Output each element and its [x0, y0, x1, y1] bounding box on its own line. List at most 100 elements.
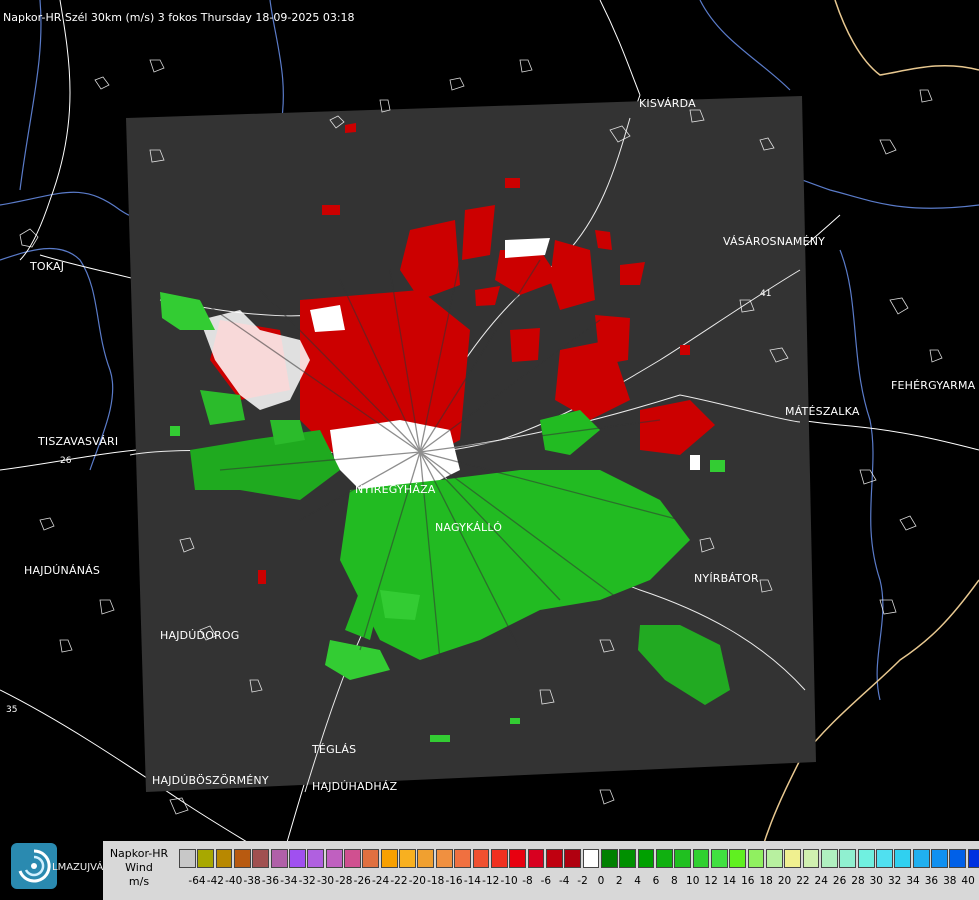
legend-tick-label: -20 [408, 875, 426, 887]
legend-tick-label: -14 [463, 875, 481, 887]
legend-swatch [637, 849, 655, 868]
legend-swatch [839, 849, 857, 868]
napkor-logo-icon [11, 843, 57, 889]
legend-swatch [527, 849, 545, 868]
road-number-26: 26 [60, 456, 72, 466]
legend-swatch [600, 849, 618, 868]
legend-tick-label: -26 [353, 875, 371, 887]
legend-swatch [325, 849, 343, 868]
legend-tick-label: -38 [243, 875, 261, 887]
legend-swatch [784, 849, 802, 868]
legend-swatch [857, 849, 875, 868]
city-label-tokaj: TOKAJ [30, 260, 65, 273]
legend-tick-label: -32 [298, 875, 316, 887]
legend-tick-label: 16 [741, 875, 755, 887]
legend-swatch [435, 849, 453, 868]
map-title: Napkor-HR Szél 30km (m/s) 3 fokos Thursd… [3, 11, 355, 24]
legend-title-unit: m/s [128, 875, 150, 888]
legend-title-quantity: Wind [125, 861, 153, 874]
legend-swatch [417, 849, 435, 868]
legend-swatch [802, 849, 820, 868]
city-label-hajdudorog: HAJDÚDOROG [160, 629, 240, 642]
legend-swatch [380, 849, 398, 868]
city-label-nyiregyhaza: NYÍREGYHÁZA [355, 483, 436, 496]
city-label-mateszalka: MÁTÉSZALKA [785, 405, 860, 418]
legend-tick-label: -64 [188, 875, 206, 887]
legend-tick-label: -42 [206, 875, 224, 887]
legend-swatch [179, 849, 196, 868]
city-label-nyirbator: NYÍRBÁTOR [694, 572, 759, 585]
legend-swatch [564, 849, 582, 868]
legend-tick-label: 2 [615, 875, 623, 887]
city-label-hajduhadhaz: HAJDÚHADHÁZ [312, 780, 398, 793]
legend-swatch [197, 849, 215, 868]
legend-tick-label: 8 [671, 875, 678, 887]
logo-text: LMAZUJVÁR [52, 862, 111, 873]
legend-swatch [967, 849, 979, 868]
legend-tick-label: 12 [704, 875, 718, 887]
legend-tick-label: -30 [316, 875, 335, 887]
legend-tick-label: -2 [577, 875, 588, 887]
legend-tick-label: 32 [887, 875, 902, 887]
city-label-hajduboszormeny: HAJDÚBÖSZÖRMÉNY [152, 774, 269, 787]
city-label-vasarosnameny: VÁSÁROSNAMÉNY [723, 235, 826, 248]
legend-tick-label: -34 [280, 875, 298, 887]
legend-swatch [692, 849, 710, 868]
legend-tick-label: -10 [500, 875, 518, 887]
legend-swatch [710, 849, 728, 868]
legend-tick-label: -28 [335, 875, 353, 887]
legend-tick-label: 26 [832, 875, 847, 887]
legend-swatch [362, 849, 380, 868]
legend-tick-label: 36 [924, 875, 939, 887]
color-legend: Napkor-HR Wind m/s -64 -42 -40 -38 -36 -34 -32… [103, 841, 979, 900]
legend-tick-label: 14 [722, 875, 737, 887]
city-label-kisvarda: KISVÁRDA [639, 97, 696, 110]
legend-tick-label: 40 [961, 875, 975, 887]
legend-swatch [509, 849, 526, 868]
legend-tick-label: -8 [522, 875, 533, 887]
radar-map[interactable]: 26 35 41 [0, 0, 979, 900]
city-label-teglas: TÉGLÁS [312, 743, 357, 756]
legend-tick-label: 10 [686, 875, 700, 887]
legend-tick-label: -40 [225, 875, 243, 887]
legend-tick-label: -22 [390, 875, 408, 887]
legend-swatch [289, 849, 306, 868]
legend-swatch [215, 849, 233, 868]
road-number-35: 35 [6, 705, 17, 715]
legend-tick-label: 6 [652, 875, 660, 887]
legend-swatch [234, 849, 251, 868]
legend-tick-label: 24 [814, 875, 828, 887]
legend-swatch [545, 849, 563, 868]
legend-tick-label: -18 [427, 875, 445, 887]
legend-tick-label: 0 [597, 875, 605, 887]
legend-tick-label: 38 [943, 875, 957, 887]
legend-tick-label: 28 [851, 875, 865, 887]
legend-title: Napkor-HR Wind m/s [103, 847, 175, 889]
legend-swatch [472, 849, 490, 868]
legend-tick-label: -6 [540, 875, 552, 887]
legend-tick-label: -36 [261, 875, 280, 887]
legend-tick-label: 18 [759, 875, 773, 887]
legend-swatch [894, 849, 912, 868]
legend-ticks: -64 -42 -40 -38 -36 -34 -32 -30 -28 -26 -24 -22 -20-… [175, 875, 975, 891]
city-label-hajdunanas: HAJDÚNÁNÁS [24, 564, 101, 577]
legend-swatch [399, 849, 416, 868]
legend-swatch [270, 849, 288, 868]
legend-tick-label: 22 [796, 875, 810, 887]
city-label-feheregyarmat: FEHÉRGYARMA [891, 379, 976, 392]
legend-swatch [912, 849, 930, 868]
legend-swatch [674, 849, 692, 868]
legend-swatch [821, 849, 838, 868]
legend-tick-label: 30 [869, 875, 883, 887]
legend-swatch [307, 849, 325, 868]
legend-swatch [344, 849, 361, 868]
legend-swatch [931, 849, 948, 868]
legend-tick-label: 34 [906, 875, 920, 887]
legend-swatch [876, 849, 893, 868]
legend-tick-label: 4 [634, 875, 641, 887]
road-number-41: 41 [760, 289, 771, 299]
legend-swatch [655, 849, 673, 868]
city-label-tiszavasvari: TISZAVASVÁRI [38, 435, 119, 448]
legend-tick-label: -24 [372, 875, 390, 887]
legend-title-source: Napkor-HR [109, 847, 169, 860]
